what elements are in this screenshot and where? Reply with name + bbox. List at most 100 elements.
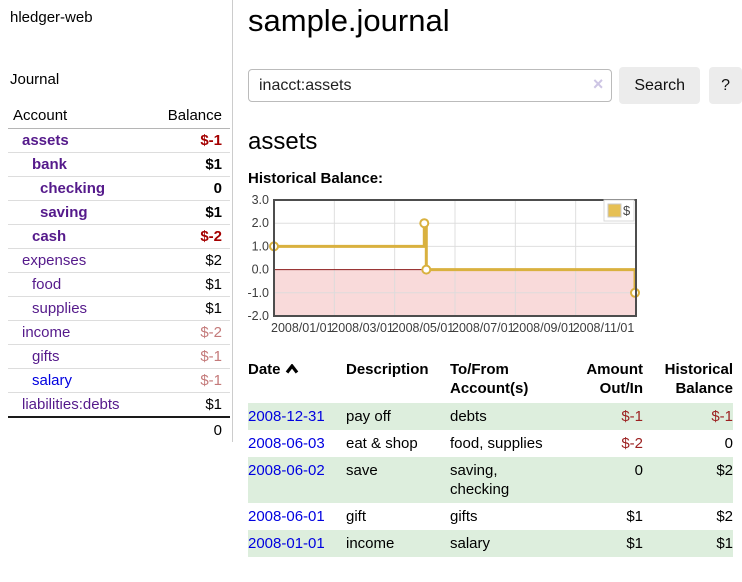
transaction-date-link[interactable]: 2008-06-01 [248, 508, 325, 525]
transaction-balance: $1 [643, 530, 733, 557]
sidebar-total-balance: 0 [119, 417, 230, 442]
sidebar-account-row: saving$1 [8, 201, 230, 225]
sidebar-account-row: liabilities:debts$1 [8, 393, 230, 418]
data-point-marker [422, 266, 430, 274]
x-axis-tick-label: 2008/09/01 [512, 321, 575, 335]
transaction-accounts: salary [450, 530, 581, 557]
accounts-col-balance: Balance [119, 104, 230, 129]
search-input[interactable] [248, 69, 612, 102]
register-col-to-from-account-s-: To/From Account(s) [450, 357, 581, 403]
x-axis-tick-label: 2008/03/01 [331, 321, 394, 335]
register-account-heading: assets [248, 128, 742, 156]
search-clear-icon[interactable]: × [593, 74, 604, 94]
sidebar-account-row: salary $-1 [8, 369, 230, 393]
transaction-amount: $1 [581, 530, 643, 557]
sidebar-account-link[interactable]: checking [40, 180, 105, 197]
sidebar-account-link[interactable]: cash [32, 228, 66, 245]
transaction-description: gift [346, 503, 450, 530]
register-col-date[interactable]: Date [248, 357, 346, 403]
transaction-row[interactable]: 2008-06-03 eat & shopfood, supplies$-20 [248, 430, 733, 457]
y-axis-tick-label: -2.0 [248, 309, 269, 323]
x-axis-tick-label: 2008/05/01 [392, 321, 455, 335]
sort-ascending-icon [285, 364, 299, 374]
transaction-row[interactable]: 2008-01-01incomesalary$1$1 [248, 530, 733, 557]
register-header-row: DateDescriptionTo/From Account(s)Amount … [248, 357, 733, 403]
search-button[interactable]: Search [619, 67, 700, 104]
sidebar-account-row: expenses $2 [8, 249, 230, 273]
x-axis-tick-label: 2008/07/01 [452, 321, 515, 335]
sidebar-account-balance: $-1 [119, 129, 230, 153]
sidebar-account-link[interactable]: supplies [32, 300, 87, 317]
transaction-amount: $1 [581, 503, 643, 530]
transaction-balance: 0 [643, 430, 733, 457]
accounts-col-account: Account [8, 104, 119, 129]
sidebar-account-link[interactable]: liabilities:debts [22, 396, 120, 413]
sidebar: hledger-web Journal Account Balance asse… [0, 0, 233, 442]
sidebar-account-balance: $2 [119, 249, 230, 273]
accounts-table: Account Balance assets $-1 bank $1 checking 0… [8, 104, 230, 442]
main-panel: sample.journal × Search ? assets Histori… [233, 0, 742, 557]
transaction-row[interactable]: 2008-06-02 savesaving, checking0$2 [248, 457, 733, 503]
sidebar-account-link[interactable]: income [22, 324, 70, 341]
transaction-date-link[interactable]: 2008-06-03 [248, 435, 325, 452]
transaction-balance: $2 [643, 457, 733, 503]
chart-legend-label: $ [623, 203, 631, 218]
transaction-row[interactable]: 2008-06-01 giftgifts$1$2 [248, 503, 733, 530]
sidebar-account-link[interactable]: salary [32, 372, 72, 389]
register-col-historical-balance: Historical Balance [643, 357, 733, 403]
transaction-description: save [346, 457, 450, 503]
sidebar-account-balance: $-1 [119, 345, 230, 369]
transaction-accounts: food, supplies [450, 430, 581, 457]
register-col-amount-out-in: Amount Out/In [581, 357, 643, 403]
sidebar-account-row: cash $-2 [8, 225, 230, 249]
sidebar-account-link[interactable]: food [32, 276, 61, 293]
accounts-header-row: Account Balance [8, 104, 230, 129]
app-brand-link[interactable]: hledger-web [0, 0, 232, 26]
y-axis-tick-label: 2.0 [252, 216, 269, 230]
sidebar-account-row: bank $1 [8, 153, 230, 177]
sidebar-account-link[interactable]: saving [40, 204, 88, 221]
x-axis-tick-label: 2008/01/01 [271, 321, 334, 335]
transaction-amount: 0 [581, 457, 643, 503]
sidebar-account-row: gifts $-1 [8, 345, 230, 369]
sidebar-account-balance: $1 [119, 153, 230, 177]
register-table-body: 2008-12-31pay offdebts$-1$-1 2008-06-03 ea… [248, 403, 733, 557]
sidebar-account-balance: $-2 [119, 225, 230, 249]
sidebar-account-row: food $1 [8, 273, 230, 297]
sidebar-account-balance: $1 [119, 273, 230, 297]
y-axis-tick-label: 3.0 [252, 193, 269, 207]
y-axis-tick-label: 0.0 [252, 263, 269, 277]
historical-balance-chart: $3.02.01.00.0-1.0-2.02008/01/012008/03/0… [248, 191, 742, 342]
transaction-date-link[interactable]: 2008-06-02 [248, 462, 325, 479]
register-table: DateDescriptionTo/From Account(s)Amount … [248, 357, 733, 557]
sidebar-total-row: 0 [8, 417, 230, 442]
sidebar-account-balance: 0 [119, 177, 230, 201]
transaction-accounts: gifts [450, 503, 581, 530]
sidebar-account-row: income$-2 [8, 321, 230, 345]
transaction-accounts: saving, checking [450, 457, 581, 503]
sidebar-accounts-body: assets$-1bank$1checking0saving$1cash$-2e… [8, 129, 230, 443]
sidebar-account-row: supplies $1 [8, 297, 230, 321]
sidebar-account-balance: $1 [119, 297, 230, 321]
chart-legend-swatch [608, 204, 621, 217]
sidebar-account-row: assets $-1 [8, 129, 230, 153]
sidebar-account-link[interactable]: assets [22, 132, 69, 149]
sidebar-account-link[interactable]: expenses [22, 252, 86, 269]
sidebar-account-link[interactable]: gifts [32, 348, 60, 365]
transaction-row[interactable]: 2008-12-31pay offdebts$-1$-1 [248, 403, 733, 430]
search-box: × [248, 69, 612, 102]
search-form: × Search ? [248, 67, 742, 104]
transaction-description: eat & shop [346, 430, 450, 457]
help-button[interactable]: ? [709, 67, 742, 104]
sidebar-account-balance: $-1 [119, 369, 230, 393]
transaction-balance: $2 [643, 503, 733, 530]
chart-title: Historical Balance: [248, 170, 742, 187]
transaction-date-link[interactable]: 2008-12-31 [248, 408, 325, 425]
chart-canvas: $3.02.01.00.0-1.0-2.02008/01/012008/03/0… [248, 191, 742, 342]
sidebar-account-link[interactable]: bank [32, 156, 67, 173]
transaction-date-link[interactable]: 2008-01-01 [248, 535, 325, 552]
sidebar-item-journal[interactable]: Journal [0, 71, 232, 88]
transaction-amount: $-2 [581, 430, 643, 457]
sidebar-account-row: checking 0 [8, 177, 230, 201]
sidebar-account-balance: $1 [119, 393, 230, 418]
